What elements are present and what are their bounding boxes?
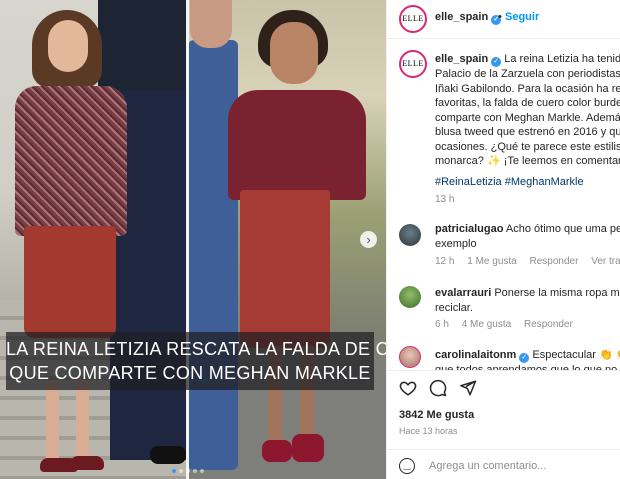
likes-count[interactable]: 3842 Me gusta [399, 409, 474, 421]
verified-badge-icon: ✓ [491, 57, 502, 67]
post-caption: elle_spain✓ La reina Letizia ha tenido d… [435, 52, 620, 169]
avatar[interactable] [399, 224, 421, 246]
comment-meta: 12 h 1 Me gusta Responder Ver traducció [435, 256, 620, 267]
emoji-icon[interactable]: ‿ [399, 458, 415, 474]
post-actions: 3842 Me gusta Hace 13 horas ‿ Agrega un … [387, 370, 620, 479]
avatar[interactable]: ELLE [399, 5, 427, 33]
avatar[interactable]: ELLE [399, 50, 427, 78]
header-separator: • [498, 11, 502, 23]
man-right-figure [188, 40, 238, 470]
woman-right-leather-skirt [240, 190, 330, 348]
add-comment-bar: ‿ Agrega un comentario... [387, 449, 620, 479]
carousel-dot [172, 469, 176, 473]
avatar-logo-text: ELLE [402, 59, 424, 68]
caption-line: ocasiones. ¿Qué te parece este estilismo [435, 140, 620, 153]
woman-right-face [270, 22, 318, 84]
carousel-dot [186, 469, 190, 473]
caption-line: comparte con Meghan Markle. Además, [435, 111, 620, 124]
caption-timestamp: 13 h [435, 194, 455, 205]
caption-overlay-line: QUE COMPARTE CON MEGHAN MARKLE [9, 363, 371, 383]
comment-meta: 6 h 4 Me gusta Responder [435, 319, 583, 330]
woman-left-shoe [70, 456, 104, 470]
woman-left-face [48, 20, 88, 72]
heart-icon[interactable] [399, 379, 417, 397]
share-icon[interactable] [459, 379, 477, 397]
woman-right-shoe [262, 440, 292, 462]
woman-left-leg [46, 380, 59, 462]
chevron-right-icon[interactable]: › [360, 231, 377, 248]
reply-button[interactable]: Responder [530, 256, 579, 267]
comment-username[interactable]: carolinalaitonm [435, 349, 516, 361]
comment-icon[interactable] [429, 379, 447, 397]
photo-divider [186, 0, 189, 479]
avatar[interactable] [399, 346, 421, 368]
caption-line: La reina Letizia ha tenido d [504, 53, 620, 65]
avatar[interactable] [399, 286, 421, 308]
comment-text: patricialugao Acho ótimo que uma pess ex… [435, 223, 620, 250]
comment-username[interactable]: patricialugao [435, 223, 503, 235]
man-left-shoe [150, 446, 186, 464]
woman-right-shoe [292, 434, 324, 462]
post-timestamp: Hace 13 horas [399, 426, 458, 436]
carousel-dot [193, 469, 197, 473]
comment-likes[interactable]: 4 Me gusta [462, 319, 511, 330]
caption-username[interactable]: elle_spain [435, 53, 488, 65]
follow-button[interactable]: Seguir [505, 11, 539, 23]
post-sidebar: ELLE elle_spain ✓ • Seguir ELLE elle_spai… [386, 0, 620, 479]
comment-input[interactable]: Agrega un comentario... [429, 460, 546, 472]
caption-line: Palacio de la Zarzuela con periodistas c… [435, 68, 620, 80]
post-header: ELLE elle_spain ✓ • Seguir [387, 0, 620, 39]
caption-overlay-line: LA REINA LETIZIA RESCATA LA FALDA DE CUE… [6, 339, 386, 359]
image-caption-overlay: LA REINA LETIZIA RESCATA LA FALDA DE CUE… [6, 332, 386, 390]
woman-right-arm [328, 96, 356, 168]
caption-line: monarca? ✨ ¡Te leemos en comentarios [435, 155, 620, 167]
carousel-dot [200, 469, 204, 473]
caption-line: Iñaki Gabilondo. Para la ocasión ha resc… [435, 82, 620, 95]
comment-time: 6 h [435, 319, 449, 330]
man-right-head [190, 0, 232, 48]
translate-link[interactable]: Ver traducció [591, 256, 620, 267]
caption-line: favoritas, la falda de cuero color burde… [435, 97, 620, 109]
woman-left-tweed-blouse [15, 86, 127, 236]
comment-username[interactable]: evalarrauri [435, 287, 491, 299]
verified-badge-icon: ✓ [519, 353, 530, 363]
post-image[interactable]: LA REINA LETIZIA RESCATA LA FALDA DE CUE… [0, 0, 386, 479]
carousel-dot [179, 469, 183, 473]
hashtags[interactable]: #ReinaLetizia #MeghanMarkle [435, 176, 584, 188]
woman-left-leather-skirt [24, 226, 116, 338]
reply-button[interactable]: Responder [524, 319, 573, 330]
caption-line: blusa tweed que estrenó en 2016 y que [435, 126, 620, 138]
header-username[interactable]: elle_spain ✓ [435, 11, 502, 25]
carousel-dots [172, 469, 212, 474]
comment-time: 12 h [435, 256, 455, 267]
woman-left-leg [76, 380, 89, 462]
comment-likes[interactable]: 1 Me gusta [467, 256, 516, 267]
avatar-logo-text: ELLE [402, 14, 424, 23]
comment-text: evalarrauri Ponerse la misma ropa más c … [435, 287, 620, 314]
